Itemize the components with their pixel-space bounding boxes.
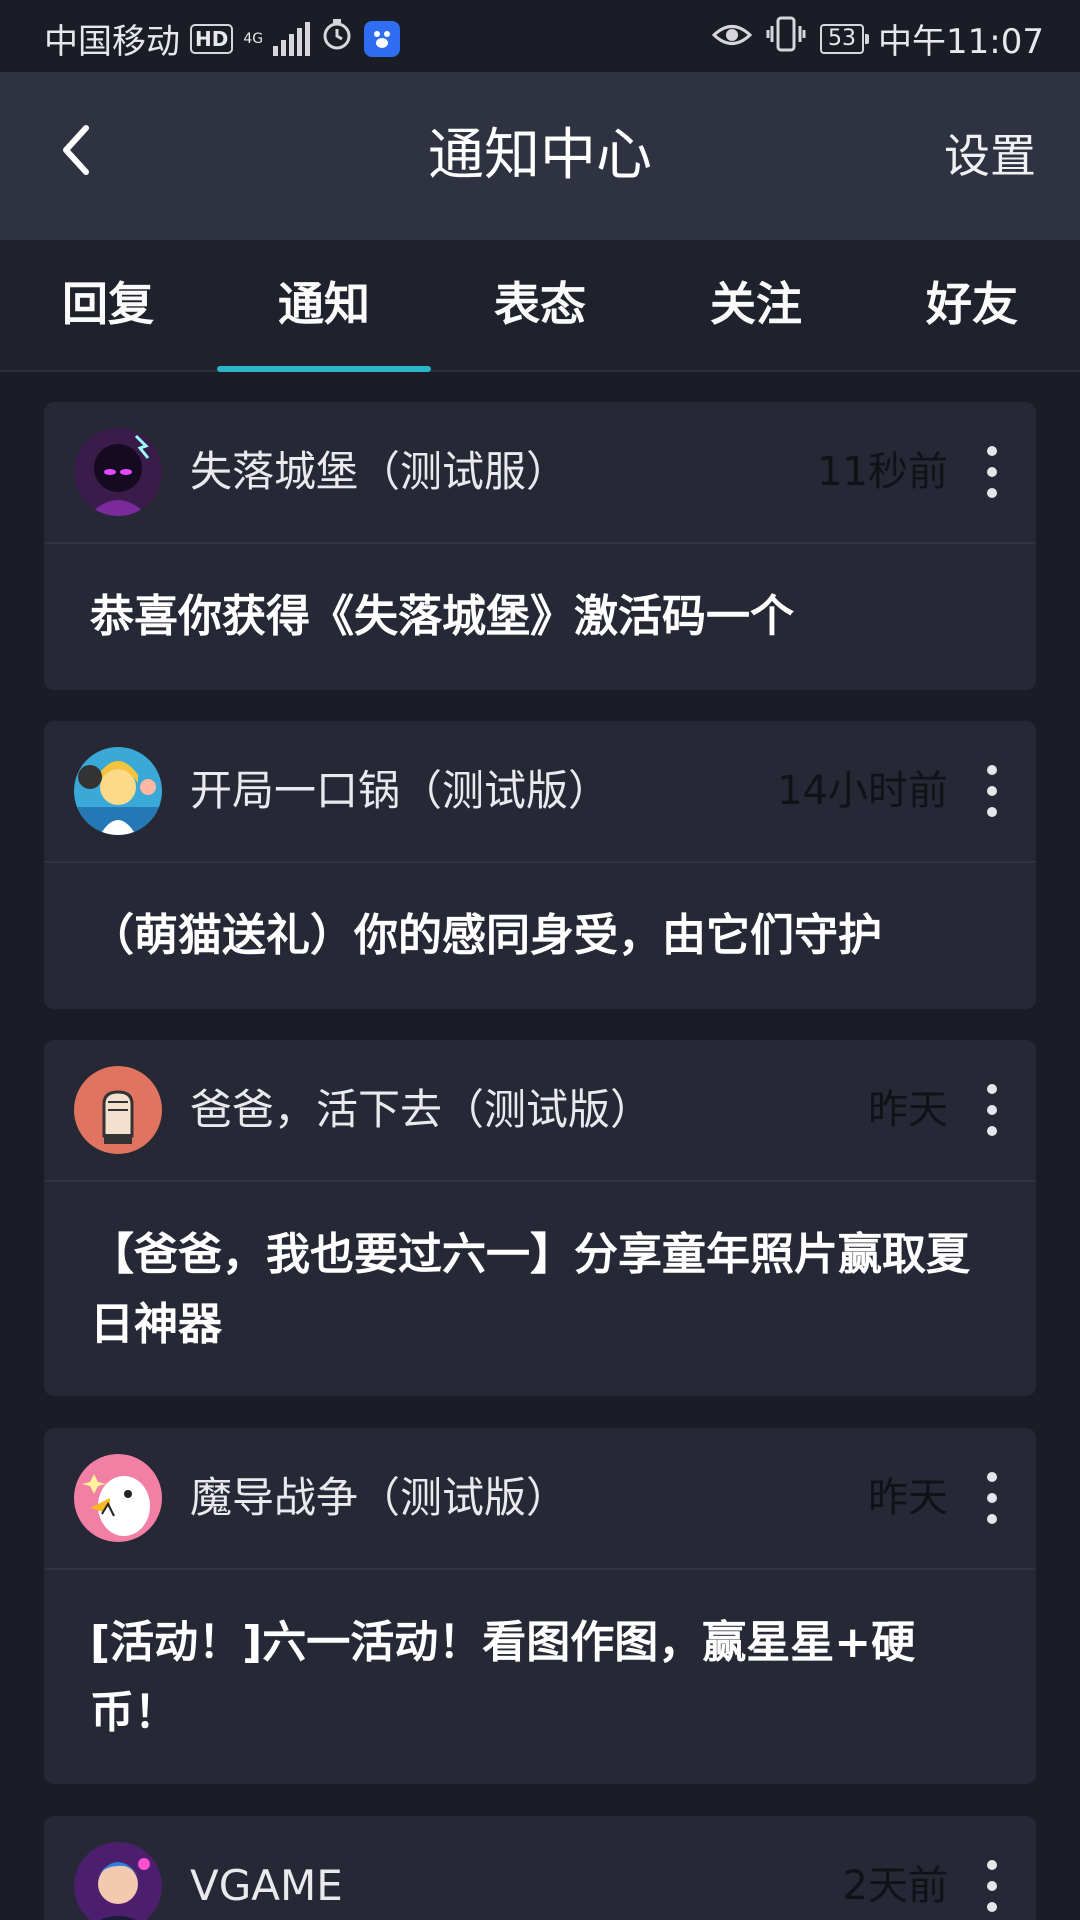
avatar[interactable] (74, 747, 162, 835)
carrier-name: 中国移动 (44, 22, 180, 62)
tab-friends[interactable]: 好友 (864, 240, 1080, 370)
tab-notifications[interactable]: 通知 (216, 240, 432, 370)
settings-button[interactable]: 设置 (944, 72, 1036, 240)
eye-icon (711, 19, 753, 59)
timestamp: 11秒前 (817, 449, 948, 495)
sender-name: 开局一口锅（测试版） (190, 766, 611, 815)
timestamp: 14小时前 (777, 768, 948, 814)
card-header: 爸爸，活下去（测试版） 昨天 (44, 1040, 1036, 1182)
timestamp: 昨天 (868, 1087, 948, 1133)
alarm-icon (320, 17, 354, 60)
baidu-icon (364, 20, 401, 57)
sender-name: 失落城堡（测试服） (190, 447, 569, 496)
network-type: 4G (243, 30, 264, 47)
tab-reactions[interactable]: 表态 (432, 240, 648, 370)
notification-message: [活动！]六一活动！看图作图，赢星星+硬币！ (90, 1617, 916, 1738)
avatar[interactable] (74, 428, 162, 516)
notification-message: 恭喜你获得《失落城堡》激活码一个 (90, 591, 794, 642)
timestamp: 2天前 (842, 1863, 948, 1909)
clock-time: 中午11:07 (878, 22, 1044, 62)
notification-message: 【爸爸，我也要过六一】分享童年照片赢取夏日神器 (90, 1229, 970, 1350)
more-options-button[interactable] (972, 446, 1012, 498)
tab-bar: 回复 通知 表态 关注 好友 (0, 240, 1080, 372)
signal-icon (273, 21, 311, 56)
more-options-button[interactable] (972, 1084, 1012, 1136)
notification-card[interactable]: 失落城堡（测试服） 11秒前 恭喜你获得《失落城堡》激活码一个 (44, 402, 1036, 690)
notification-card[interactable]: 开局一口锅（测试版） 14小时前 （萌猫送礼）你的感同身受，由它们守护 (44, 721, 1036, 1009)
notification-card[interactable]: 爸爸，活下去（测试版） 昨天 【爸爸，我也要过六一】分享童年照片赢取夏日神器 (44, 1040, 1036, 1396)
sender-name: 魔导战争（测试版） (190, 1473, 569, 1522)
tab-reply[interactable]: 回复 (0, 240, 216, 370)
avatar[interactable] (74, 1066, 162, 1154)
card-header: VGAME 2天前 (44, 1816, 1036, 1920)
card-header: 开局一口锅（测试版） 14小时前 (44, 721, 1036, 863)
active-tab-indicator (217, 366, 431, 372)
sender-name: 爸爸，活下去（测试版） (190, 1085, 653, 1134)
title-bar: 通知中心 设置 (0, 72, 1080, 240)
hd-icon: HD (190, 23, 234, 54)
timestamp: 昨天 (868, 1475, 948, 1521)
more-options-button[interactable] (972, 765, 1012, 817)
status-bar: 中国移动 HD 4G 53 中午11:07 (0, 0, 1080, 72)
avatar[interactable] (74, 1454, 162, 1542)
more-options-button[interactable] (972, 1472, 1012, 1524)
card-header: 失落城堡（测试服） 11秒前 (44, 402, 1036, 544)
avatar[interactable] (74, 1842, 162, 1920)
vibrate-icon (766, 16, 806, 61)
card-header: 魔导战争（测试版） 昨天 (44, 1428, 1036, 1570)
notification-card[interactable]: 魔导战争（测试版） 昨天 [活动！]六一活动！看图作图，赢星星+硬币！ (44, 1428, 1036, 1784)
more-options-button[interactable] (972, 1860, 1012, 1912)
sender-name: VGAME (190, 1861, 343, 1910)
notification-message: （萌猫送礼）你的感同身受，由它们守护 (90, 910, 882, 961)
notification-card[interactable]: VGAME 2天前 (44, 1816, 1036, 1920)
tab-following[interactable]: 关注 (648, 240, 864, 370)
battery-icon: 53 (820, 23, 870, 54)
page-title: 通知中心 (428, 123, 652, 188)
